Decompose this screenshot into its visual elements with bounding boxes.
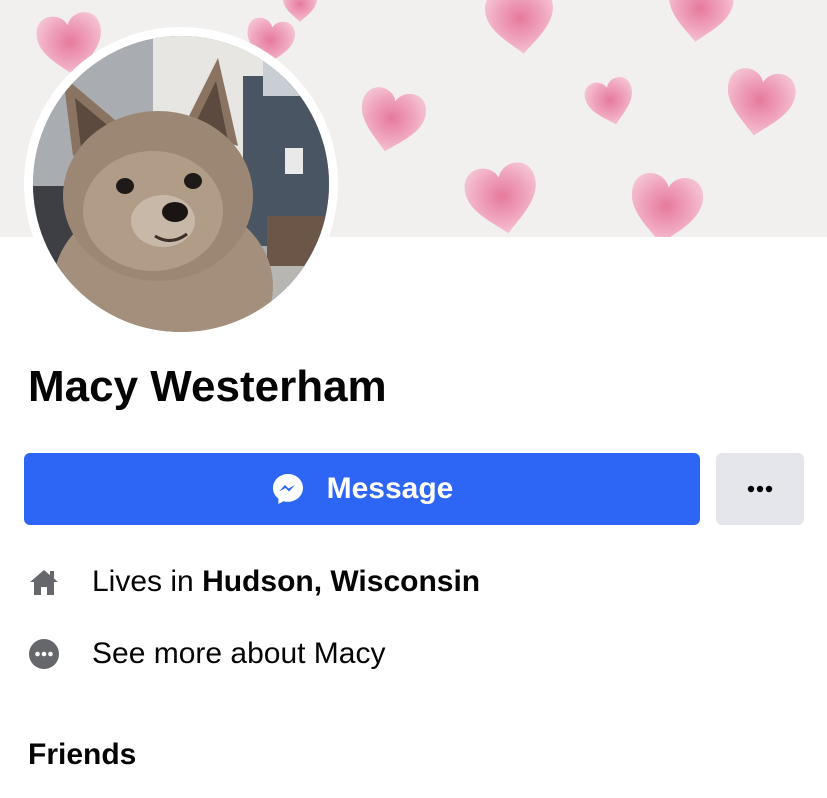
lives-in-row: Lives in Hudson, Wisconsin bbox=[28, 562, 480, 602]
profile-page: Macy Westerham Message Lives in Hudson, … bbox=[0, 0, 827, 798]
message-button-label: Message bbox=[326, 472, 454, 505]
profile-name: Macy Westerham bbox=[28, 362, 387, 411]
more-circle-icon bbox=[28, 638, 60, 670]
home-icon bbox=[28, 566, 60, 598]
see-more-about-label: See more about Macy bbox=[92, 637, 386, 670]
messenger-icon bbox=[272, 474, 303, 504]
lives-in-location[interactable]: Hudson, Wisconsin bbox=[202, 565, 480, 598]
lives-in-prefix: Lives in bbox=[92, 565, 203, 598]
avatar[interactable] bbox=[33, 36, 329, 332]
friends-section-heading: Friends bbox=[28, 738, 137, 771]
lives-in-text: Lives in Hudson, Wisconsin bbox=[92, 565, 480, 599]
dog-photo-image bbox=[33, 36, 329, 332]
more-options-button[interactable] bbox=[716, 453, 804, 525]
more-options-icon bbox=[747, 485, 773, 493]
message-button[interactable]: Message bbox=[24, 453, 700, 525]
see-more-about-row[interactable]: See more about Macy bbox=[28, 634, 385, 674]
